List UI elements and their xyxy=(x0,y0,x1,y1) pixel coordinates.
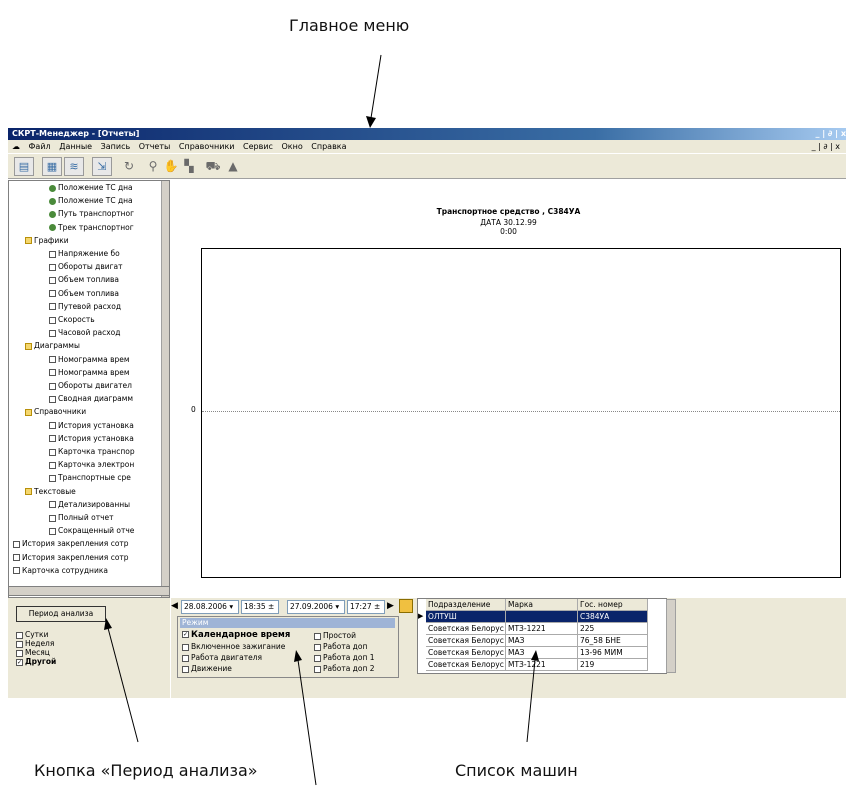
arrow-head-vehicle-list xyxy=(531,650,539,661)
arrow-vehicle-list xyxy=(526,659,536,743)
arrow-main-menu xyxy=(370,54,382,119)
arrow-head-main-menu xyxy=(366,116,376,128)
arrow-period-button xyxy=(107,627,139,743)
arrow-mode-group xyxy=(297,659,317,786)
callout-arrows xyxy=(104,54,539,786)
arrow-head-mode-group xyxy=(294,650,302,662)
arrow-head-period-button xyxy=(104,618,112,630)
